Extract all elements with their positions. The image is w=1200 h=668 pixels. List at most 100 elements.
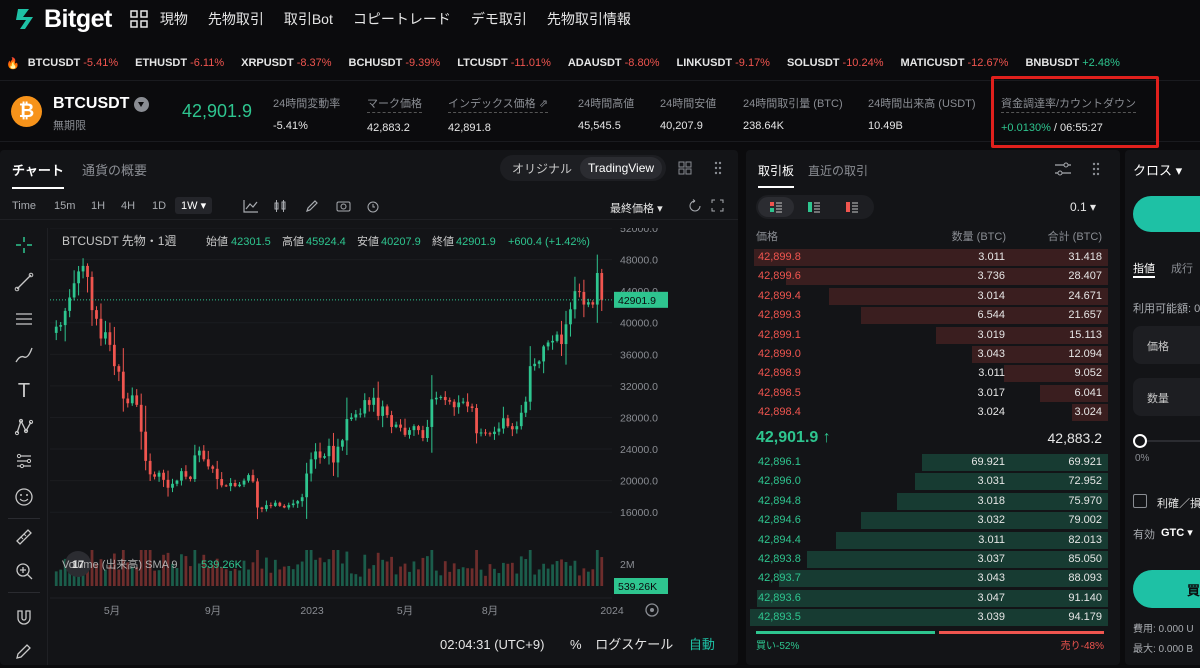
price-step-select[interactable]: 0.1 ▾ — [1070, 200, 1096, 214]
book-bids-icon[interactable] — [807, 201, 821, 213]
tab-overview[interactable]: 通貨の概要 — [82, 160, 147, 179]
external-link-icon[interactable]: ⇗ — [539, 98, 548, 110]
tf-15m[interactable]: 15m — [54, 200, 75, 212]
apps-grid-icon[interactable] — [130, 10, 148, 28]
tab-limit[interactable]: 指値 — [1133, 260, 1155, 276]
indicator-icon[interactable] — [243, 199, 259, 213]
tf-4h[interactable]: 4H — [121, 200, 135, 212]
ask-row[interactable]: 42,899.0 3.043 12.094 — [750, 345, 1108, 364]
crosshair-icon[interactable] — [13, 234, 35, 256]
view-original-button[interactable]: オリジナル — [504, 156, 580, 181]
brand-logo[interactable]: Bitget — [14, 5, 112, 34]
tab-orderbook[interactable]: 取引板 — [758, 162, 795, 188]
nav-item-copy-trade[interactable]: コピートレード — [353, 9, 451, 29]
ticker-item[interactable]: BNBUSDT +2.48% — [1025, 57, 1119, 69]
bid-row[interactable]: 42,894.8 3.018 75.970 — [750, 492, 1108, 511]
view-both-button[interactable] — [758, 197, 794, 217]
ask-row[interactable]: 42,899.4 3.014 24.671 — [750, 287, 1108, 306]
ticker-item[interactable]: ETHUSDT -6.11% — [135, 57, 224, 69]
tf-1h[interactable]: 1H — [91, 200, 105, 212]
ask-row[interactable]: 42,898.4 3.024 3.024 — [750, 403, 1108, 422]
book-asks-icon[interactable] — [845, 201, 859, 213]
tab-market[interactable]: 成行 — [1171, 260, 1193, 276]
settings-sliders-icon[interactable] — [1054, 162, 1072, 176]
validity-select[interactable]: GTC ▾ — [1161, 526, 1193, 539]
nav-item-futures-info[interactable]: 先物取引情報 — [547, 9, 631, 29]
view-tradingview-button[interactable]: TradingView — [580, 157, 663, 179]
tf-1w[interactable]: 1W ▾ — [175, 197, 213, 214]
zoom-in-icon[interactable] — [13, 560, 35, 582]
emoji-icon[interactable] — [13, 486, 35, 508]
bid-row[interactable]: 42,894.4 3.011 82.013 — [750, 531, 1108, 550]
ticker-item[interactable]: SOLUSDT -10.24% — [787, 57, 884, 69]
nav-item-spot[interactable]: 現物 — [160, 9, 188, 29]
candle-style-icon[interactable] — [273, 199, 287, 213]
alarm-icon[interactable] — [366, 199, 380, 213]
stat-mark-price[interactable]: マーク価格 42,883.2 — [367, 95, 422, 134]
lock-pencil-icon[interactable] — [13, 640, 35, 662]
ticker-item[interactable]: XRPUSDT -8.37% — [241, 57, 331, 69]
percent-toggle[interactable]: % — [570, 637, 582, 652]
pattern-tool-icon[interactable] — [13, 416, 35, 438]
bid-row[interactable]: 42,893.6 3.047 91.140 — [750, 589, 1108, 608]
symbol-selector[interactable]: BTCUSDT — [53, 95, 150, 113]
quantity-input[interactable]: 数量 — [1133, 378, 1200, 416]
tf-time[interactable]: Time — [12, 200, 36, 212]
stat-index-price[interactable]: インデックス価格 ⇗ 42,891.8 — [448, 95, 548, 134]
layout-grid-icon[interactable] — [678, 161, 692, 175]
auto-scale-toggle[interactable]: 自動 — [689, 637, 715, 652]
bid-row[interactable]: 42,893.5 3.039 94.179 — [750, 608, 1108, 627]
prediction-tool-icon[interactable] — [13, 450, 35, 472]
ruler-icon[interactable] — [13, 526, 35, 548]
price-chart-svg[interactable]: 52000.048000.044000.040000.036000.032000… — [50, 223, 670, 665]
slider-track[interactable] — [1147, 440, 1200, 442]
bid-row[interactable]: 42,893.8 3.037 85.050 — [750, 550, 1108, 569]
bid-row[interactable]: 42,893.7 3.043 88.093 — [750, 569, 1108, 588]
replay-icon[interactable] — [688, 199, 702, 213]
chevron-down-icon[interactable] — [134, 96, 150, 112]
ticker-item[interactable]: MATICUSDT -12.67% — [901, 57, 1009, 69]
margin-mode-select[interactable]: クロス ▾ — [1133, 160, 1182, 179]
trend-line-icon[interactable] — [13, 271, 35, 293]
buy-button[interactable]: 買 — [1133, 570, 1200, 608]
price-chart[interactable]: 52000.048000.044000.040000.036000.032000… — [50, 223, 670, 665]
more-dots-icon[interactable] — [714, 161, 722, 175]
pencil-icon[interactable] — [305, 199, 319, 213]
ask-row[interactable]: 42,899.6 3.736 28.407 — [750, 267, 1108, 286]
text-tool-icon[interactable]: T — [13, 380, 35, 402]
ask-row[interactable]: 42,899.1 3.019 15.113 — [750, 326, 1108, 345]
fullscreen-icon[interactable] — [711, 199, 724, 212]
ticker-item[interactable]: LTCUSDT -11.01% — [457, 57, 551, 69]
ticker-item[interactable]: ADAUSDT -8.80% — [568, 57, 660, 69]
bid-row[interactable]: 42,896.0 3.031 72.952 — [750, 472, 1108, 491]
volume-bar — [524, 559, 528, 586]
price-type-select[interactable]: 最終価格 ▾ — [610, 200, 663, 216]
magnet-icon[interactable] — [13, 606, 35, 628]
ask-row[interactable]: 42,898.9 3.011 9.052 — [750, 364, 1108, 383]
volume-bar — [323, 562, 326, 586]
tab-chart[interactable]: チャート — [12, 160, 64, 189]
ticker-item[interactable]: BTCUSDT -5.41% — [28, 57, 118, 69]
ticker-item[interactable]: LINKUSDT -9.17% — [677, 57, 770, 69]
candle-body — [488, 433, 492, 435]
nav-item-futures[interactable]: 先物取引 — [208, 9, 264, 29]
camera-icon[interactable] — [336, 199, 351, 213]
ask-row[interactable]: 42,899.3 6.544 21.657 — [750, 306, 1108, 325]
price-input[interactable]: 価格 — [1133, 326, 1200, 364]
ask-row[interactable]: 42,899.8 3.011 31.418 — [750, 248, 1108, 267]
tpsl-checkbox[interactable] — [1133, 494, 1147, 508]
bid-row[interactable]: 42,894.6 3.032 79.002 — [750, 511, 1108, 530]
tf-1d[interactable]: 1D — [152, 200, 166, 212]
horizontal-lines-icon[interactable] — [13, 308, 35, 330]
slider-handle[interactable] — [1133, 434, 1147, 448]
nav-item-demo[interactable]: デモ取引 — [471, 9, 527, 29]
open-position-button[interactable] — [1133, 196, 1200, 232]
ticker-item[interactable]: BCHUSDT -9.39% — [349, 57, 441, 69]
more-dots-icon[interactable] — [1092, 162, 1100, 176]
bid-row[interactable]: 42,896.1 69.921 69.921 — [750, 453, 1108, 472]
log-scale-toggle[interactable]: ログスケール — [595, 637, 673, 652]
ask-row[interactable]: 42,898.5 3.017 6.041 — [750, 384, 1108, 403]
tab-recent-trades[interactable]: 直近の取引 — [808, 162, 868, 179]
nav-item-bot[interactable]: 取引Bot — [284, 9, 333, 29]
brush-icon[interactable] — [13, 344, 35, 366]
